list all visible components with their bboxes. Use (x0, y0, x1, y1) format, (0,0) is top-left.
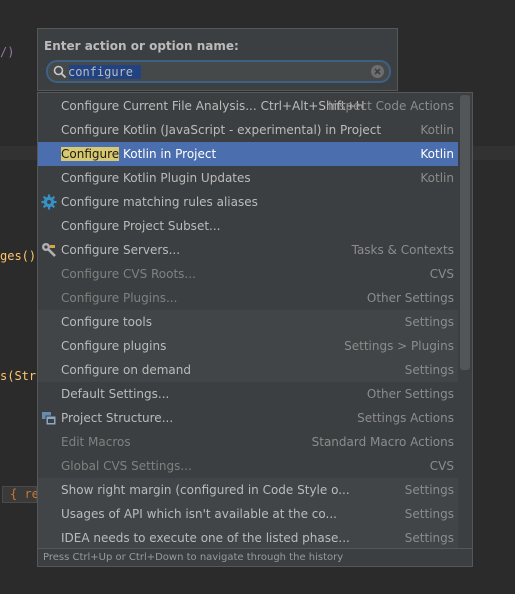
result-name: Usages of API which isn't available at t… (61, 507, 337, 521)
result-group: Kotlin (420, 171, 454, 185)
search-input[interactable] (68, 63, 358, 80)
result-row[interactable]: Usages of API which isn't available at t… (38, 502, 458, 526)
result-row[interactable]: Configure Plugins... Other Settings (38, 286, 458, 310)
result-name-text: Configure Servers... (61, 243, 181, 257)
editor-code-fragment: ges() (0, 249, 37, 263)
result-row[interactable]: IDEA needs to execute one of the listed … (38, 526, 458, 550)
project-structure-icon (41, 410, 57, 426)
popup-title: Enter action or option name: (44, 39, 239, 53)
result-row[interactable]: Configure plugins Settings > Plugins (38, 334, 458, 358)
result-name: Configure Kotlin Plugin Updates (61, 171, 251, 185)
result-row[interactable]: Configure Project Subset... (38, 214, 458, 238)
result-name: Configure Kotlin (JavaScript - experimen… (61, 123, 381, 137)
result-row[interactable]: Configure Current File Analysis... Ctrl+A… (38, 94, 458, 118)
result-name-text: Edit Macros (61, 435, 131, 449)
result-row[interactable]: Configure Kotlin in Project Kotlin (38, 142, 458, 166)
result-group: Tasks & Contexts (351, 243, 454, 257)
editor-current-line (0, 146, 37, 160)
result-group: Settings Actions (357, 411, 454, 425)
result-group: Kotlin (420, 147, 454, 161)
result-row[interactable]: Configure Kotlin Plugin Updates Kotlin (38, 166, 458, 190)
gear-icon (41, 194, 57, 210)
find-action-popup: Enter action or option name: (37, 28, 398, 91)
result-row[interactable]: Configure tools Settings (38, 310, 458, 334)
result-name-text: Usages of API which isn't available at t… (61, 507, 337, 521)
editor-code-fragment: { re (10, 487, 39, 501)
result-name-text: Configure Plugins... (61, 291, 178, 305)
result-group: Other Settings (366, 387, 454, 401)
wrench-icon (41, 242, 57, 258)
result-name: Configure tools (61, 315, 152, 329)
result-group: Settings (404, 363, 454, 377)
result-group: Settings (404, 507, 454, 521)
result-name-text: Global CVS Settings... (61, 459, 192, 473)
result-row[interactable]: Edit Macros Standard Macro Actions (38, 430, 458, 454)
result-group: Kotlin (420, 123, 454, 137)
results-list: Configure Current File Analysis... Ctrl+A… (37, 92, 473, 567)
result-name: Show right margin (configured in Code St… (61, 483, 350, 497)
result-name: Configure Project Subset... (61, 219, 220, 233)
search-icon (53, 65, 67, 79)
result-row[interactable]: Project Structure... Settings Actions (38, 406, 458, 430)
result-row[interactable]: Configure Servers... Tasks & Contexts (38, 238, 458, 262)
result-name-text: Configure plugins (61, 339, 167, 353)
result-name: Project Structure... (61, 411, 173, 425)
result-name-text: Configure Project Subset... (61, 219, 221, 233)
result-group: Standard Macro Actions (311, 435, 454, 449)
result-name-text: Configure on demand (61, 363, 192, 377)
result-name-text: IDEA needs to execute one of the listed … (61, 531, 350, 545)
result-row[interactable]: Configure on demand Settings (38, 358, 458, 382)
result-name: Configure Servers... (61, 243, 180, 257)
editor-current-line-right (473, 146, 515, 160)
result-name: IDEA needs to execute one of the listed … (61, 531, 350, 545)
result-name-text: Configure tools (61, 315, 152, 329)
result-row[interactable]: Default Settings... Other Settings (38, 382, 458, 406)
result-row[interactable]: Configure matching rules aliases (38, 190, 458, 214)
result-name-text: Configure matching rules aliases (61, 195, 258, 209)
result-name-text: Configure Kotlin (JavaScript - experimen… (61, 123, 382, 137)
history-hint: Press Ctrl+Up or Ctrl+Down to navigate t… (38, 548, 472, 566)
result-group: Other Settings (366, 291, 454, 305)
result-name: Configure Current File Analysis... Ctrl+A… (61, 99, 365, 113)
result-group: Settings (404, 531, 454, 545)
result-name-text: Show right margin (configured in Code St… (61, 483, 350, 497)
result-name: Default Settings... (61, 387, 169, 401)
result-name: Edit Macros (61, 435, 131, 449)
result-group: Settings > Plugins (344, 339, 454, 353)
result-name-text: Default Settings... (61, 387, 170, 401)
results-scrollbar[interactable] (460, 95, 470, 370)
match-highlight: Configure (61, 147, 120, 161)
result-row[interactable]: Configure Kotlin (JavaScript - experimen… (38, 118, 458, 142)
clear-search-icon[interactable] (370, 64, 385, 79)
result-row[interactable]: Configure CVS Roots... CVS (38, 262, 458, 286)
result-group: Inspect Code Actions (328, 99, 454, 113)
result-row[interactable]: Global CVS Settings... CVS (38, 454, 458, 478)
result-name-text: Configure CVS Roots... (61, 267, 196, 281)
result-name: Global CVS Settings... (61, 459, 192, 473)
result-row[interactable]: Show right margin (configured in Code St… (38, 478, 458, 502)
result-group: CVS (429, 459, 454, 473)
result-name: Configure on demand (61, 363, 191, 377)
result-name-text: Project Structure... (61, 411, 174, 425)
result-name-text: Configure Kotlin Plugin Updates (61, 171, 251, 185)
result-name-text: Configure Current File Analysis... (61, 99, 257, 113)
result-name: Configure CVS Roots... (61, 267, 196, 281)
result-name: Configure Plugins... (61, 291, 177, 305)
result-group: Settings (404, 483, 454, 497)
search-field[interactable] (46, 60, 391, 83)
result-name: Configure Kotlin in Project (61, 147, 216, 161)
result-group: Settings (404, 315, 454, 329)
result-name-text: Kotlin in Project (119, 147, 217, 161)
editor-code-fragment: /) (0, 45, 15, 59)
result-name: Configure plugins (61, 339, 166, 353)
result-group: CVS (429, 267, 454, 281)
result-name: Configure matching rules aliases (61, 195, 258, 209)
